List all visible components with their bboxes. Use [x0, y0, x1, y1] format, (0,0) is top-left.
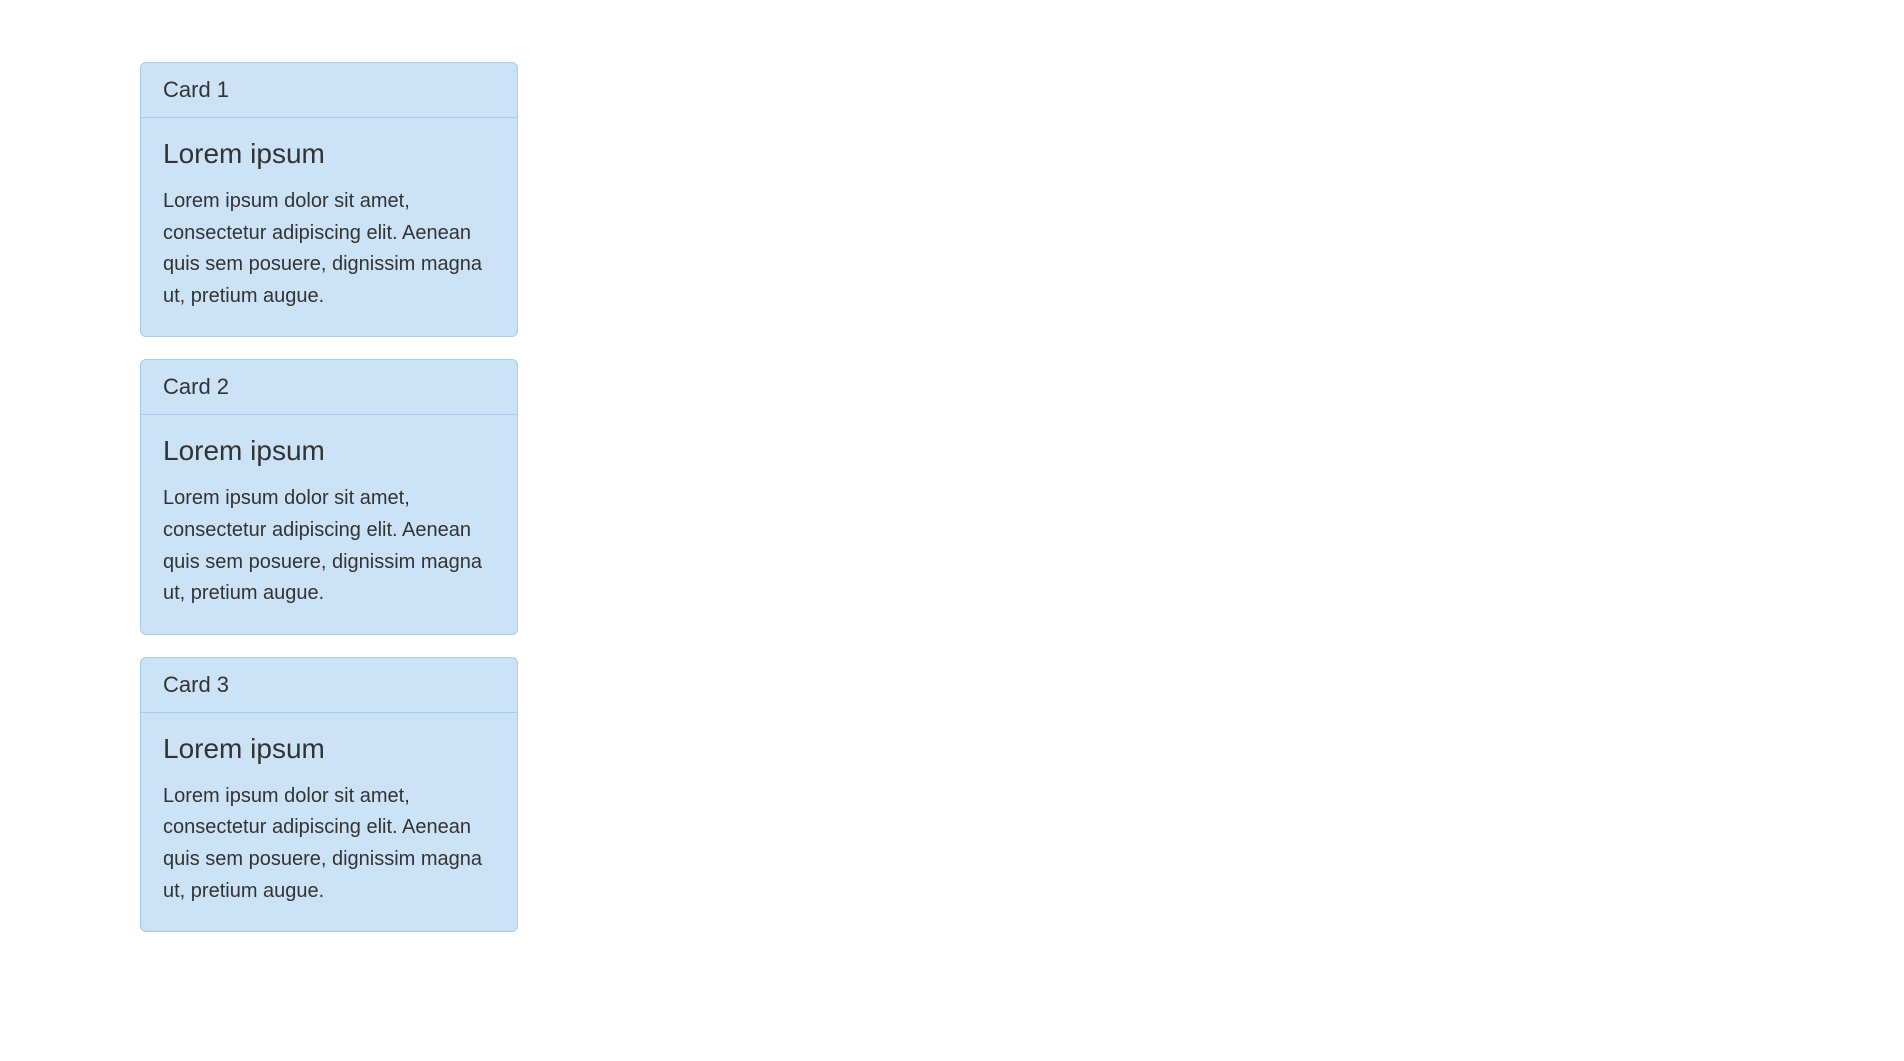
card-header: Card 2	[141, 360, 517, 415]
card-body: Lorem ipsum Lorem ipsum dolor sit amet, …	[141, 415, 517, 633]
card-title: Lorem ipsum	[163, 435, 495, 467]
card-text: Lorem ipsum dolor sit amet, consectetur …	[163, 781, 495, 907]
card-header: Card 3	[141, 658, 517, 713]
card-text: Lorem ipsum dolor sit amet, consectetur …	[163, 186, 495, 312]
card-1: Card 1 Lorem ipsum Lorem ipsum dolor sit…	[140, 62, 518, 337]
card-body: Lorem ipsum Lorem ipsum dolor sit amet, …	[141, 118, 517, 336]
card-title: Lorem ipsum	[163, 733, 495, 765]
card-3: Card 3 Lorem ipsum Lorem ipsum dolor sit…	[140, 657, 518, 932]
card-container: Card 1 Lorem ipsum Lorem ipsum dolor sit…	[140, 62, 1764, 932]
card-body: Lorem ipsum Lorem ipsum dolor sit amet, …	[141, 713, 517, 931]
card-text: Lorem ipsum dolor sit amet, consectetur …	[163, 483, 495, 609]
card-title: Lorem ipsum	[163, 138, 495, 170]
card-2: Card 2 Lorem ipsum Lorem ipsum dolor sit…	[140, 359, 518, 634]
card-header: Card 1	[141, 63, 517, 118]
